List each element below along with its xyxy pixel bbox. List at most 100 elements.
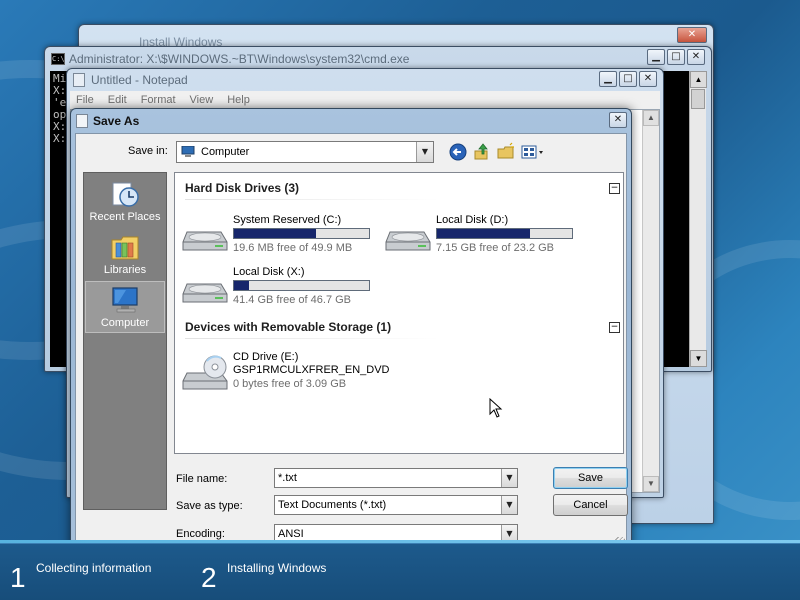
cmd-scrollbar[interactable]: ▲ ▼ [689,71,707,367]
save-in-value: Computer [201,146,250,158]
menu-file[interactable]: File [76,91,94,109]
save-as-type-value: Text Documents (*.txt) [278,499,387,511]
drive-item-x[interactable]: Local Disk (X:) 41.4 GB free of 46.7 GB [181,266,381,310]
save-button[interactable]: Save [553,467,628,489]
cmd-maximize-button[interactable]: □ [667,49,685,65]
save-as-client-area: Save in: Computer ▼ Recent Places Librar… [75,133,628,549]
drive-usage-bar [436,228,573,239]
place-label: Computer [100,317,150,329]
save-as-type-dropdown[interactable]: Text Documents (*.txt) ▼ [274,495,518,515]
drive-free-space: 41.4 GB free of 46.7 GB [233,294,352,306]
cancel-button[interactable]: Cancel [553,494,628,516]
save-as-title: Save As [93,114,140,128]
disc-volume-label: GSP1RMCULXFRER_EN_DVD [233,364,390,376]
group-header-hard-disk-drives: Hard Disk Drives (3) [185,181,300,195]
cmd-app-icon: C:\ [51,53,65,65]
cmd-window-title: Administrator: X:\$WINDOWS.~BT\Windows\s… [69,52,410,66]
place-label: Recent Places [89,211,161,223]
setup-progress-bar: 1 Collecting information 2 Installing Wi… [0,540,800,600]
drive-usage-bar [233,228,370,239]
cmd-caption-buttons: ▁ □ ✕ [647,49,705,65]
place-label: Libraries [103,264,147,276]
new-folder-icon[interactable] [496,142,516,162]
drive-name: Local Disk (D:) [436,214,509,226]
cmd-close-button[interactable]: ✕ [687,49,705,65]
drive-free-space: 0 bytes free of 3.09 GB [233,378,347,390]
drive-usage-fill [234,229,317,238]
notepad-app-icon [73,73,85,87]
drive-free-space: 19.6 MB free of 49.9 MB [233,242,353,254]
encoding-label: Encoding: [176,528,225,540]
step-number: 1 [10,562,26,593]
scroll-up-icon[interactable]: ▲ [643,110,659,126]
file-name-input[interactable]: *.txt ▼ [274,468,518,488]
place-libraries[interactable]: Libraries [85,229,165,281]
notepad-menu-bar: File Edit Format View Help [70,91,660,109]
scroll-down-icon[interactable]: ▼ [690,350,707,367]
recent-places-icon [112,182,139,207]
file-name-label: File name: [176,473,228,485]
step-label: Installing Windows [227,561,327,575]
step-label: Collecting information [36,561,152,575]
save-as-type-label: Save as type: [176,500,243,512]
encoding-value: ANSI [278,528,304,540]
menu-edit[interactable]: Edit [108,91,127,109]
notepad-window-title: Untitled - Notepad [91,73,188,87]
menu-format[interactable]: Format [141,91,176,109]
drive-name: System Reserved (C:) [233,214,342,226]
group-divider [185,199,439,200]
chevron-down-icon[interactable]: ▼ [501,469,517,487]
step-number: 2 [201,562,217,593]
up-folder-icon[interactable] [472,142,492,162]
drive-item-c[interactable]: System Reserved (C:) 19.6 MB free of 49.… [181,214,381,258]
save-in-label: Save in: [128,145,168,157]
notepad-dialog-icon [76,114,88,128]
hard-drive-icon [182,283,228,303]
setup-progress-line [0,540,800,543]
notepad-minimize-button[interactable]: ▁ [599,71,617,87]
back-arrow-icon[interactable] [448,142,468,162]
mouse-cursor-icon [489,398,503,418]
collapse-group-button[interactable]: − [609,183,620,194]
scroll-up-icon[interactable]: ▲ [690,71,707,88]
install-window-caption-buttons: ✕ [677,27,707,43]
computer-icon [112,287,138,313]
file-list-view[interactable]: Hard Disk Drives (3) − System Reserved (… [174,172,624,454]
group-header-removable-storage: Devices with Removable Storage (1) [185,320,392,334]
drive-free-space: 7.15 GB free of 23.2 GB [436,242,555,254]
notepad-caption-buttons: ▁ □ ✕ [599,71,657,87]
drive-usage-fill [437,229,531,238]
chevron-down-icon[interactable]: ▼ [416,142,433,162]
drive-name: CD Drive (E:) [233,351,299,363]
save-in-dropdown[interactable]: Computer ▼ [176,141,434,163]
drive-item-d[interactable]: Local Disk (D:) 7.15 GB free of 23.2 GB [384,214,584,258]
drive-usage-fill [234,281,249,290]
place-recent-places[interactable]: Recent Places [85,176,165,228]
notepad-close-button[interactable]: ✕ [639,71,657,87]
install-window-close-button[interactable]: ✕ [677,27,707,43]
save-as-dialog: Save As ✕ Save in: Computer ▼ Recent Pla… [70,108,632,554]
cmd-minimize-button[interactable]: ▁ [647,49,665,65]
notepad-maximize-button[interactable]: □ [619,71,637,87]
drive-item-cd-e[interactable]: CD Drive (E:) GSP1RMCULXFRER_EN_DVD 0 by… [181,351,421,395]
scroll-down-icon[interactable]: ▼ [643,476,659,492]
computer-icon [181,146,195,157]
hard-drive-icon [182,231,228,251]
view-menu-icon[interactable] [520,142,546,162]
menu-view[interactable]: View [190,91,214,109]
collapse-group-button[interactable]: − [609,322,620,333]
file-name-value: *.txt [278,472,297,484]
cd-drive-icon [182,355,228,390]
places-bar: Recent Places Libraries Computer [83,172,167,510]
drive-usage-bar [233,280,370,291]
hard-drive-icon [385,231,431,251]
place-computer[interactable]: Computer [85,281,165,333]
cmd-scroll-thumb[interactable] [691,89,705,109]
menu-help[interactable]: Help [227,91,250,109]
notepad-scrollbar[interactable]: ▲ ▼ [642,110,659,492]
group-divider [185,338,439,339]
libraries-icon [111,236,139,260]
chevron-down-icon[interactable]: ▼ [501,496,517,514]
save-as-close-button[interactable]: ✕ [609,112,627,128]
drive-name: Local Disk (X:) [233,266,305,278]
